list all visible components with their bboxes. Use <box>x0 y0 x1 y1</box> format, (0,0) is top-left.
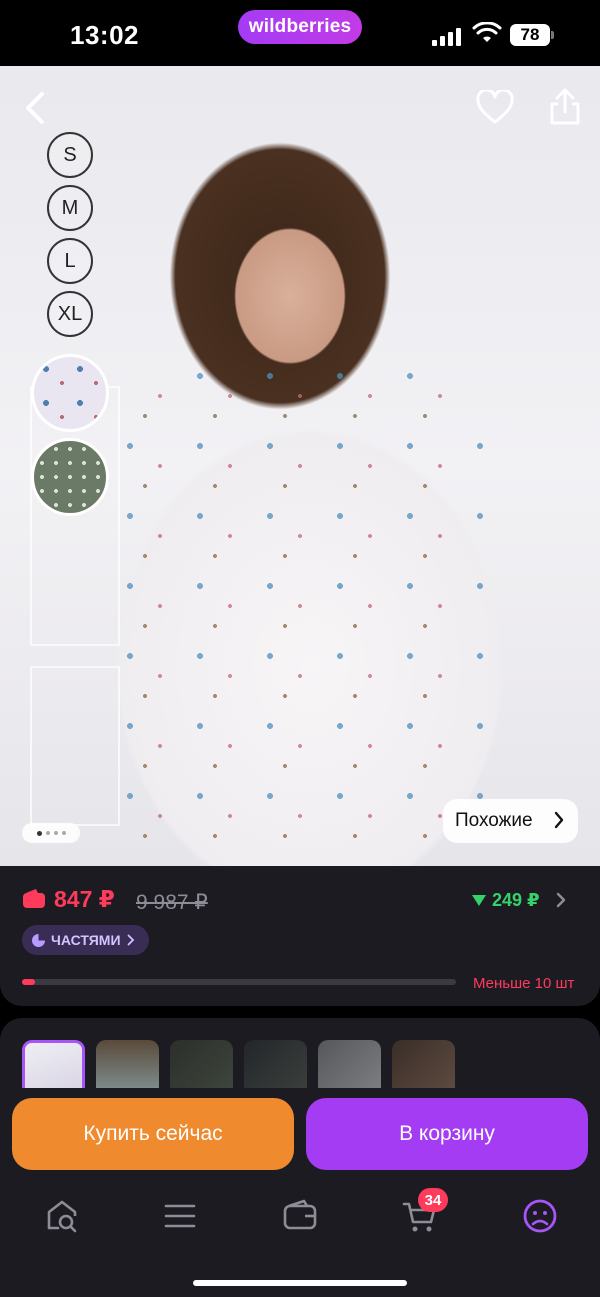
arrow-down-icon <box>472 895 486 906</box>
back-icon[interactable] <box>18 90 54 126</box>
chevron-right-icon <box>554 811 564 829</box>
dress-print <box>110 356 490 856</box>
wifi-icon <box>472 22 502 42</box>
cashback-price[interactable]: 249 ₽ <box>472 890 540 911</box>
cellular-signal-icon <box>432 26 464 46</box>
stock-text: Меньше 10 шт <box>473 975 575 992</box>
cashback-value: 249 ₽ <box>492 890 540 910</box>
tab-catalog[interactable] <box>162 1198 198 1234</box>
thumbnail-1[interactable] <box>22 1040 85 1088</box>
background-panel <box>30 666 120 826</box>
color-swatch-green[interactable] <box>31 438 109 516</box>
add-to-cart-button[interactable]: В корзину <box>306 1098 588 1170</box>
tab-wallet[interactable] <box>282 1198 318 1234</box>
price-old: 9 987 ₽ <box>136 891 208 914</box>
battery-icon: 78 <box>510 24 554 46</box>
pie-chart-icon <box>32 933 45 947</box>
home-indicator <box>193 1280 407 1286</box>
thumbnail-strip <box>22 1040 455 1088</box>
size-chip-l[interactable]: L <box>47 238 93 284</box>
size-selector: S M L XL <box>47 132 93 344</box>
status-time: 13:02 <box>70 20 139 50</box>
tab-bar: 34 <box>0 1188 600 1248</box>
similar-label: Похожие <box>455 810 533 831</box>
thumbnail-4[interactable] <box>244 1040 307 1088</box>
size-chip-s[interactable]: S <box>47 132 93 178</box>
wallet-price-icon <box>23 889 45 908</box>
status-bar: 13:02 wildberries 78 <box>0 0 600 66</box>
size-chip-m[interactable]: M <box>47 185 93 231</box>
wallet-icon <box>283 1199 317 1230</box>
price-current: 847 ₽ <box>54 886 115 912</box>
profile-icon <box>523 1199 557 1233</box>
color-swatch-white[interactable] <box>31 354 109 432</box>
price-card: 847 ₽ 9 987 ₽ 249 ₽ ЧАСТЯМИ Меньше 10 шт <box>0 866 600 1006</box>
thumbnail-2[interactable] <box>96 1040 159 1088</box>
installment-label: ЧАСТЯМИ <box>51 932 121 948</box>
home-search-icon <box>47 1200 77 1233</box>
brand-pill[interactable]: wildberries <box>238 10 362 44</box>
stock-progress-fill <box>22 979 36 985</box>
menu-icon <box>164 1204 196 1228</box>
stock-progress <box>22 979 456 985</box>
tab-home[interactable] <box>44 1198 80 1234</box>
bottom-sheet: Купить сейчас В корзину 34 <box>0 1018 600 1297</box>
gallery-pager <box>22 823 80 843</box>
thumbnail-5[interactable] <box>318 1040 381 1088</box>
thumbnail-6[interactable] <box>392 1040 455 1088</box>
size-chip-xl[interactable]: XL <box>47 291 93 337</box>
product-image[interactable]: S M L XL Похожие <box>0 66 600 866</box>
tab-profile[interactable] <box>522 1198 558 1234</box>
cart-count-badge: 34 <box>418 1188 448 1212</box>
battery-level: 78 <box>510 24 550 46</box>
installment-badge[interactable]: ЧАСТЯМИ <box>22 925 149 955</box>
buy-now-button[interactable]: Купить сейчас <box>12 1098 294 1170</box>
thumbnail-3[interactable] <box>170 1040 233 1088</box>
chevron-right-icon <box>127 934 134 946</box>
similar-button[interactable]: Похожие <box>443 799 578 843</box>
chevron-right-icon[interactable] <box>556 892 566 908</box>
favorite-heart-icon[interactable] <box>476 90 514 126</box>
share-icon[interactable] <box>548 88 582 126</box>
